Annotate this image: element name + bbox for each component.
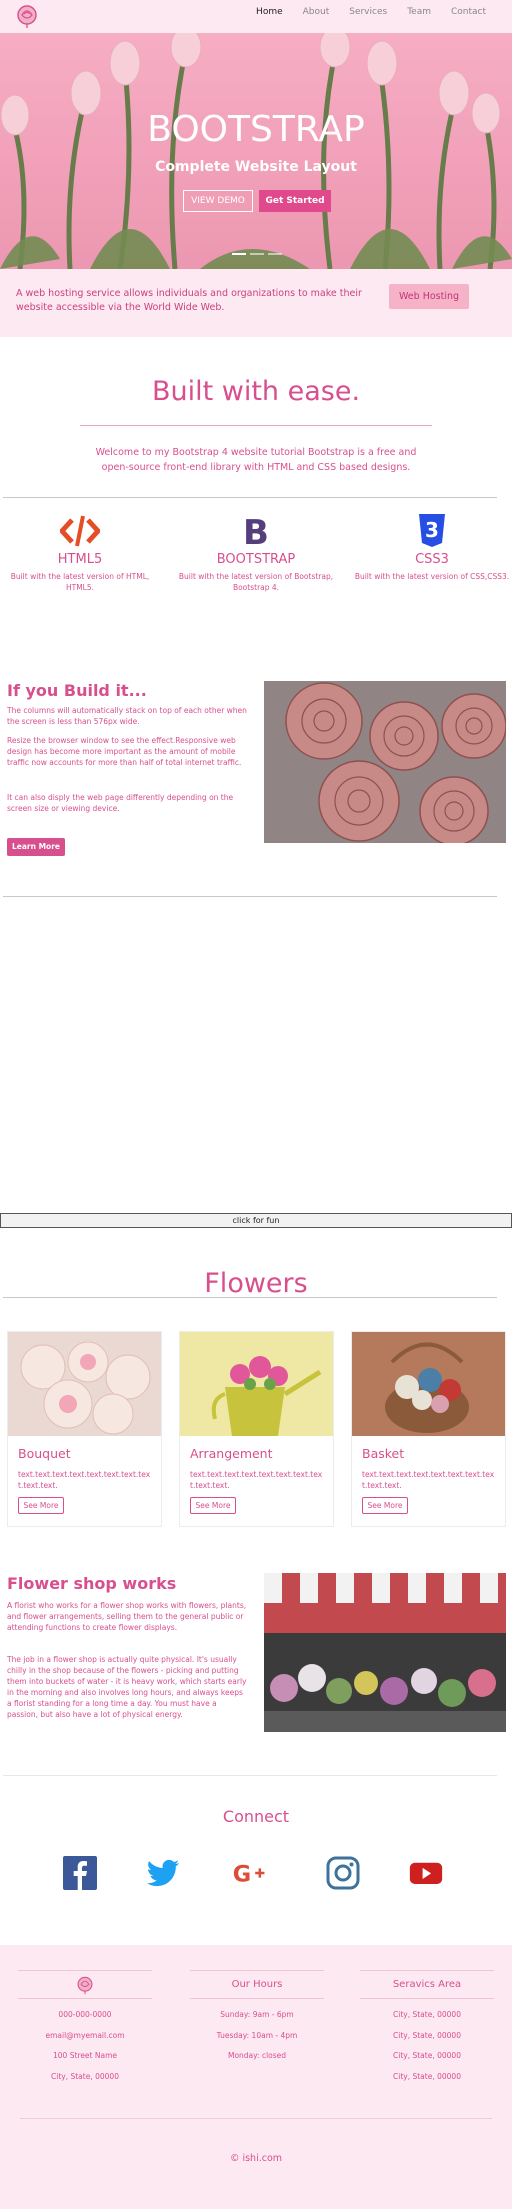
divider — [3, 1775, 497, 1776]
see-more-button[interactable]: See More — [190, 1497, 236, 1514]
card-title: Basket — [362, 1446, 405, 1461]
footer-area-title: Seravics Area — [392, 1979, 462, 1990]
build-title: If you Build it... — [7, 681, 147, 700]
footer-contact-column: 000-000-0000 email@myemail.com 100 Stree… — [10, 1970, 160, 2087]
html5-icon — [58, 515, 102, 547]
shop-paragraph: The job in a flower shop is actually qui… — [7, 1655, 247, 1719]
bootstrap-icon: B — [243, 513, 269, 553]
hero-title: BOOTSTRAP — [147, 109, 365, 150]
nav-team[interactable]: Team — [407, 7, 431, 17]
footer-hours-column: Our Hours Sunday: 9am - 6pm Tuesday: 10a… — [182, 1970, 332, 2067]
tulips-background-image — [0, 33, 512, 269]
roses-image — [264, 681, 506, 843]
welcome-title: Built with ease. — [151, 376, 361, 407]
footer-email[interactable]: email@myemail.com — [10, 2026, 160, 2047]
welcome-text: Welcome to my Bootstrap 4 website tutori… — [95, 447, 417, 473]
carousel-indicator-1[interactable] — [232, 253, 246, 255]
build-paragraph: It can also disply the web page differen… — [7, 793, 234, 813]
card-title: Arrangement — [190, 1446, 273, 1461]
divider — [20, 2118, 492, 2119]
feature-title: HTML5 — [57, 552, 103, 567]
footer-city: City, State, 00000 — [51, 2071, 119, 2081]
nav-contact[interactable]: Contact — [451, 7, 486, 17]
carousel-indicator-2[interactable] — [250, 253, 264, 255]
feature-title: BOOTSTRAP — [216, 552, 296, 567]
connect-title: Connect — [222, 1807, 290, 1826]
svg-text:3: 3 — [425, 518, 439, 542]
divider — [3, 896, 497, 897]
footer-hours-item: Tuesday: 10am - 4pm — [216, 2030, 298, 2040]
feature-css3: 3 CSS3 Built with the latest version of … — [352, 514, 512, 582]
card-title: Bouquet — [18, 1446, 71, 1461]
divider — [3, 497, 497, 498]
click-for-fun-button[interactable]: click for fun — [0, 1213, 512, 1228]
bouquet-image — [8, 1332, 161, 1436]
hero-subtitle: Complete Website Layout — [155, 159, 357, 175]
web-hosting-button[interactable]: Web Hosting — [389, 284, 469, 309]
divider — [80, 425, 432, 426]
footer-hours-item: Sunday: 9am - 6pm — [220, 2010, 294, 2019]
card-bouquet: Bouquet text.text.text.text.text.text.te… — [7, 1331, 162, 1527]
feature-bootstrap: B BOOTSTRAP Built with the latest versio… — [176, 513, 336, 593]
google-plus-icon[interactable]: G — [232, 1856, 266, 1890]
navbar: Home About Services Team Contact — [0, 0, 512, 33]
page: Home About Services Team Contact BOOTSTR… — [0, 0, 512, 2209]
flower-shop-image — [264, 1573, 506, 1732]
feature-text: Built with the latest version of CSS,CSS… — [354, 572, 510, 581]
rose-logo-icon — [77, 1976, 93, 1994]
footer-area-item: City, State, 00000 — [393, 2030, 461, 2040]
card-text: text.text.text.text.text.text.text.text.… — [362, 1470, 495, 1490]
arrangement-image — [180, 1332, 333, 1436]
svg-text:B: B — [243, 514, 269, 548]
feature-text: Built with the latest version of HTML, H… — [10, 572, 150, 592]
footer-area-item: City, State, 00000 — [393, 2071, 461, 2081]
nav-services[interactable]: Services — [349, 7, 387, 17]
hosting-text: A web hosting service allows individuals… — [16, 288, 362, 313]
nav-about[interactable]: About — [303, 7, 330, 17]
card-arrangement: Arrangement text.text.text.text.text.tex… — [179, 1331, 334, 1527]
footer-area-column: Seravics Area City, State, 00000 City, S… — [352, 1970, 502, 2087]
footer-hours-item: Monday: closed — [227, 2051, 287, 2060]
twitter-icon[interactable] — [146, 1856, 180, 1890]
footer-street: 100 Street Name — [53, 2051, 117, 2060]
feature-title: CSS3 — [415, 552, 449, 567]
youtube-icon[interactable] — [409, 1856, 443, 1890]
divider — [3, 1297, 497, 1298]
see-more-button[interactable]: See More — [18, 1497, 64, 1514]
carousel-indicators — [232, 253, 282, 255]
view-demo-button[interactable]: VIEW DEMO — [183, 190, 253, 212]
get-started-button[interactable]: Get Started — [259, 190, 331, 212]
svg-text:G: G — [233, 1862, 251, 1888]
nav-home[interactable]: Home — [256, 7, 283, 17]
footer-area-item: City, State, 00000 — [393, 2051, 461, 2060]
feature-text: Built with the latest version of Bootstr… — [178, 572, 334, 592]
basket-image — [352, 1332, 505, 1436]
carousel-indicator-3[interactable] — [268, 253, 282, 255]
card-basket: Basket text.text.text.text.text.text.tex… — [351, 1331, 506, 1527]
css3-icon: 3 — [419, 514, 445, 547]
footer-area-item: City, State, 00000 — [393, 2010, 461, 2019]
shop-paragraph: A florist who works for a flower shop wo… — [7, 1601, 247, 1632]
card-text: text.text.text.text.text.text.text.text.… — [18, 1470, 151, 1490]
learn-more-button[interactable]: Learn More — [7, 838, 65, 856]
facebook-icon[interactable] — [63, 1856, 97, 1890]
hero-carousel: BOOTSTRAP Complete Website Layout VIEW D… — [0, 33, 512, 269]
see-more-button[interactable]: See More — [362, 1497, 408, 1514]
build-paragraph: Resize the browser window to see the eff… — [7, 736, 242, 767]
build-paragraph: The columns will automatically stack on … — [7, 706, 247, 726]
rose-logo-icon[interactable] — [14, 3, 40, 29]
copyright: © ishi.com — [229, 2153, 283, 2164]
card-text: text.text.text.text.text.text.text.text.… — [190, 1470, 323, 1490]
flowers-title: Flowers — [204, 1268, 308, 1299]
footer-hours-title: Our Hours — [231, 1979, 283, 1990]
feature-html5: HTML5 Built with the latest version of H… — [0, 514, 160, 593]
shop-title: Flower shop works — [7, 1574, 177, 1593]
footer-phone: 000-000-0000 — [58, 2010, 112, 2019]
instagram-icon[interactable] — [326, 1856, 360, 1890]
